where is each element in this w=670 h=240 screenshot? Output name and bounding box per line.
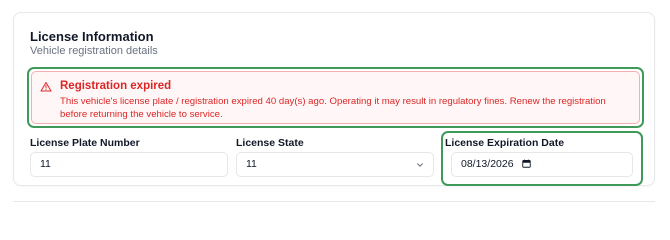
chevron-down-icon bbox=[417, 163, 423, 167]
warning-triangle-icon bbox=[40, 82, 52, 92]
registration-expired-alert: Registration expired This vehicle's lice… bbox=[31, 71, 640, 124]
card-title: License Information bbox=[30, 29, 154, 44]
license-plate-value: 11 bbox=[40, 158, 51, 170]
license-plate-label: License Plate Number bbox=[30, 137, 140, 149]
license-state-select[interactable]: 11 bbox=[236, 152, 434, 177]
card-subtitle: Vehicle registration details bbox=[30, 45, 158, 57]
alert-title: Registration expired bbox=[60, 80, 172, 92]
alert-message: This vehicle's license plate / registrat… bbox=[60, 96, 606, 120]
license-expiration-value: 08/13/2026 bbox=[461, 158, 514, 170]
license-state-value: 11 bbox=[246, 158, 257, 170]
license-expiration-label: License Expiration Date bbox=[445, 137, 565, 149]
license-expiration-date-input[interactable]: 08/13/2026 bbox=[451, 152, 633, 177]
next-card-border bbox=[13, 201, 655, 202]
license-information-card: License Information Vehicle registration… bbox=[13, 12, 655, 186]
license-state-label: License State bbox=[236, 137, 304, 149]
license-plate-input[interactable]: 11 bbox=[30, 152, 228, 177]
calendar-icon[interactable] bbox=[522, 159, 532, 168]
alert-focus-ring: Registration expired This vehicle's lice… bbox=[27, 67, 644, 128]
